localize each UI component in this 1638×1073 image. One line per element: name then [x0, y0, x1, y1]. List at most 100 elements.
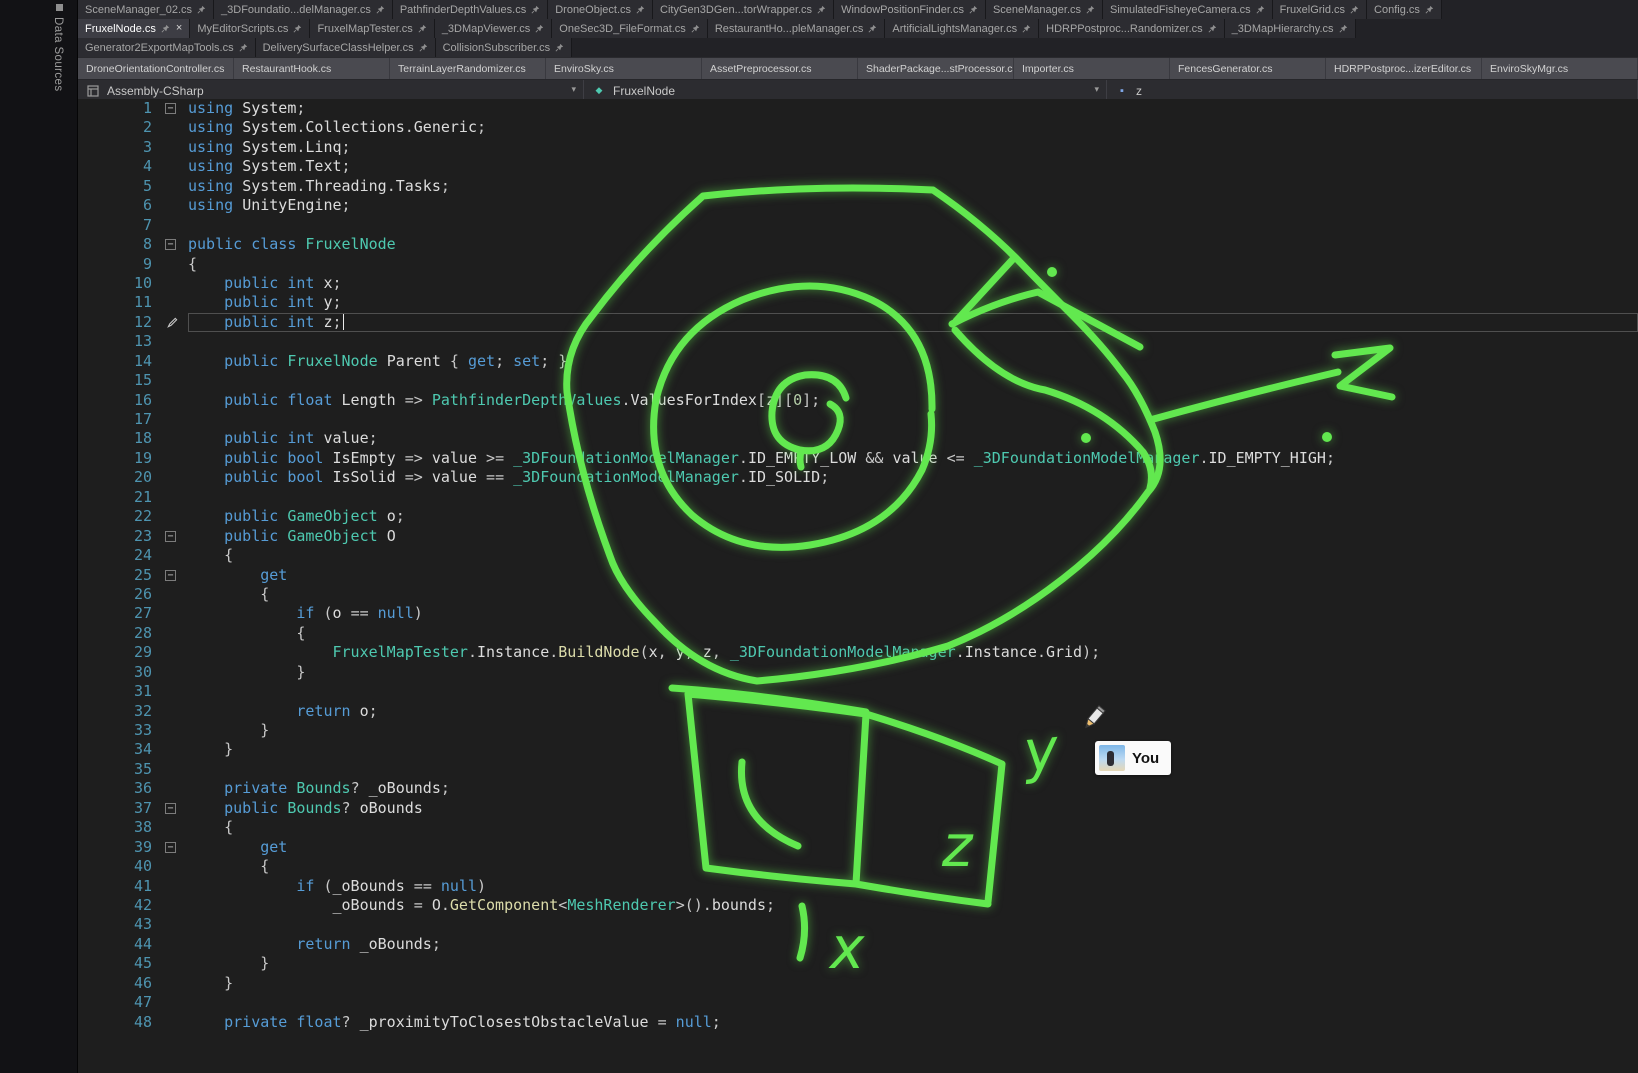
code-line[interactable]: 9{ [78, 255, 1638, 274]
code-line[interactable]: 3using System.Linq; [78, 138, 1638, 157]
file-tab[interactable]: TerrainLayerRandomizer.cs [390, 58, 546, 79]
close-icon[interactable]: × [176, 23, 182, 34]
pin-icon[interactable] [868, 24, 877, 33]
pin-icon[interactable] [1350, 5, 1359, 14]
editor-tab[interactable]: DroneObject.cs [548, 0, 653, 19]
code-line[interactable]: 23− public GameObject O [78, 527, 1638, 546]
code-line[interactable]: 36 private Bounds? _oBounds; [78, 779, 1638, 798]
type-dropdown[interactable]: ◆ FruxelNode ▾ [584, 80, 1107, 101]
file-tab[interactable]: EnviroSkyMgr.cs [1482, 58, 1638, 79]
code-line[interactable]: 8−public class FruxelNode [78, 235, 1638, 254]
fold-collapse-icon[interactable]: − [165, 842, 176, 853]
code-line[interactable]: 42 _oBounds = O.GetComponent<MeshRendere… [78, 896, 1638, 915]
code-line[interactable]: 17 [78, 410, 1638, 429]
code-line[interactable]: 18 public int value; [78, 429, 1638, 448]
code-line[interactable]: 46 } [78, 974, 1638, 993]
pin-icon[interactable] [419, 43, 428, 52]
editor-tab[interactable]: OneSec3D_FileFormat.cs [552, 19, 708, 38]
fold-collapse-icon[interactable]: − [165, 531, 176, 542]
code-line[interactable]: 30 } [78, 663, 1638, 682]
fold-collapse-icon[interactable]: − [165, 239, 176, 250]
editor-tab[interactable]: WindowPositionFinder.cs [834, 0, 986, 19]
editor-tab[interactable]: FruxelNode.cs× [78, 19, 190, 38]
file-tab[interactable]: HDRPPostproc...izerEditor.cs [1326, 58, 1482, 79]
editor-tab[interactable]: HDRPPostproc...Randomizer.cs [1039, 19, 1225, 38]
editor-tab[interactable]: Config.cs [1367, 0, 1442, 19]
code-line[interactable]: 48 private float? _proximityToClosestObs… [78, 1013, 1638, 1032]
code-line[interactable]: 11 public int y; [78, 293, 1638, 312]
code-line[interactable]: 31 [78, 682, 1638, 701]
code-line[interactable]: 39− get [78, 838, 1638, 857]
code-line[interactable]: 26 { [78, 585, 1638, 604]
editor-tab[interactable]: SceneManager.cs [986, 0, 1103, 19]
editor-tab[interactable]: CityGen3DGen...torWrapper.cs [653, 0, 834, 19]
code-line[interactable]: 7 [78, 216, 1638, 235]
editor-tab[interactable]: PathfinderDepthValues.cs [393, 0, 548, 19]
code-line[interactable]: 29 FruxelMapTester.Instance.BuildNode(x,… [78, 643, 1638, 662]
code-line[interactable]: 45 } [78, 954, 1638, 973]
editor-tab[interactable]: SimulatedFisheyeCamera.cs [1103, 0, 1273, 19]
editor-tab[interactable]: RestaurantHo...pleManager.cs [708, 19, 886, 38]
code-line[interactable]: 21 [78, 488, 1638, 507]
code-editor[interactable]: 1−using System;2using System.Collections… [78, 99, 1638, 1073]
code-line[interactable]: 14 public FruxelNode Parent { get; set; … [78, 352, 1638, 371]
pin-icon[interactable] [555, 43, 564, 52]
code-line[interactable]: 32 return o; [78, 702, 1638, 721]
data-sources-vertical-tab[interactable]: Data Sources [52, 17, 64, 91]
code-line[interactable]: 4using System.Text; [78, 157, 1638, 176]
code-line[interactable]: 5using System.Threading.Tasks; [78, 177, 1638, 196]
pin-icon[interactable] [636, 5, 645, 14]
code-line[interactable]: 20 public bool IsSolid => value == _3DFo… [78, 468, 1638, 487]
pin-icon[interactable] [531, 5, 540, 14]
code-line[interactable]: 10 public int x; [78, 274, 1638, 293]
code-line[interactable]: 34 } [78, 740, 1638, 759]
file-tab[interactable]: FencesGenerator.cs [1170, 58, 1326, 79]
code-line[interactable]: 24 { [78, 546, 1638, 565]
code-line[interactable]: 33 } [78, 721, 1638, 740]
code-line[interactable]: 35 [78, 760, 1638, 779]
editor-tab[interactable]: _3DMapViewer.cs [435, 19, 552, 38]
pin-icon[interactable] [1256, 5, 1265, 14]
pin-icon[interactable] [1425, 5, 1434, 14]
editor-tab[interactable]: CollisionSubscriber.cs [436, 38, 573, 57]
editor-tab[interactable]: DeliverySurfaceClassHelper.cs [256, 38, 436, 57]
code-line[interactable]: 19 public bool IsEmpty => value >= _3DFo… [78, 449, 1638, 468]
pin-icon[interactable] [293, 24, 302, 33]
pin-icon[interactable] [969, 5, 978, 14]
editor-tab[interactable]: Generator2ExportMapTools.cs [78, 38, 256, 57]
code-line[interactable]: 38 { [78, 818, 1638, 837]
code-line[interactable]: 22 public GameObject o; [78, 507, 1638, 526]
file-tab[interactable]: EnviroSky.cs [546, 58, 702, 79]
editor-tab[interactable]: SceneManager_02.cs [78, 0, 214, 19]
pin-icon[interactable] [161, 24, 170, 33]
pin-icon[interactable] [1339, 24, 1348, 33]
file-tab[interactable]: AssetPreprocessor.cs [702, 58, 858, 79]
code-line[interactable]: 16 public float Length => PathfinderDept… [78, 391, 1638, 410]
fold-collapse-icon[interactable]: − [165, 803, 176, 814]
code-line[interactable]: 2using System.Collections.Generic; [78, 118, 1638, 137]
file-tab[interactable]: RestaurantHook.cs [234, 58, 390, 79]
code-line[interactable]: 28 { [78, 624, 1638, 643]
code-line[interactable]: 12 public int z; [78, 313, 1638, 332]
file-tab[interactable]: DroneOrientationController.cs [78, 58, 234, 79]
file-tab[interactable]: Importer.cs [1014, 58, 1170, 79]
code-line[interactable]: 27 if (o == null) [78, 604, 1638, 623]
editor-tab[interactable]: FruxelGrid.cs [1273, 0, 1367, 19]
pin-icon[interactable] [1208, 24, 1217, 33]
code-line[interactable]: 15 [78, 371, 1638, 390]
pin-icon[interactable] [817, 5, 826, 14]
code-line[interactable]: 1−using System; [78, 99, 1638, 118]
editor-tab[interactable]: MyEditorScripts.cs [190, 19, 310, 38]
editor-tab[interactable]: ArtificialLightsManager.cs [885, 19, 1039, 38]
pin-icon[interactable] [691, 24, 700, 33]
fold-collapse-icon[interactable]: − [165, 103, 176, 114]
pin-icon[interactable] [535, 24, 544, 33]
code-line[interactable]: 6using UnityEngine; [78, 196, 1638, 215]
code-line[interactable]: 43 [78, 915, 1638, 934]
code-line[interactable]: 40 { [78, 857, 1638, 876]
code-line[interactable]: 37− public Bounds? oBounds [78, 799, 1638, 818]
code-line[interactable]: 25− get [78, 566, 1638, 585]
pin-icon[interactable] [376, 5, 385, 14]
code-line[interactable]: 41 if (_oBounds == null) [78, 877, 1638, 896]
project-dropdown[interactable]: Assembly-CSharp ▾ [78, 80, 584, 101]
